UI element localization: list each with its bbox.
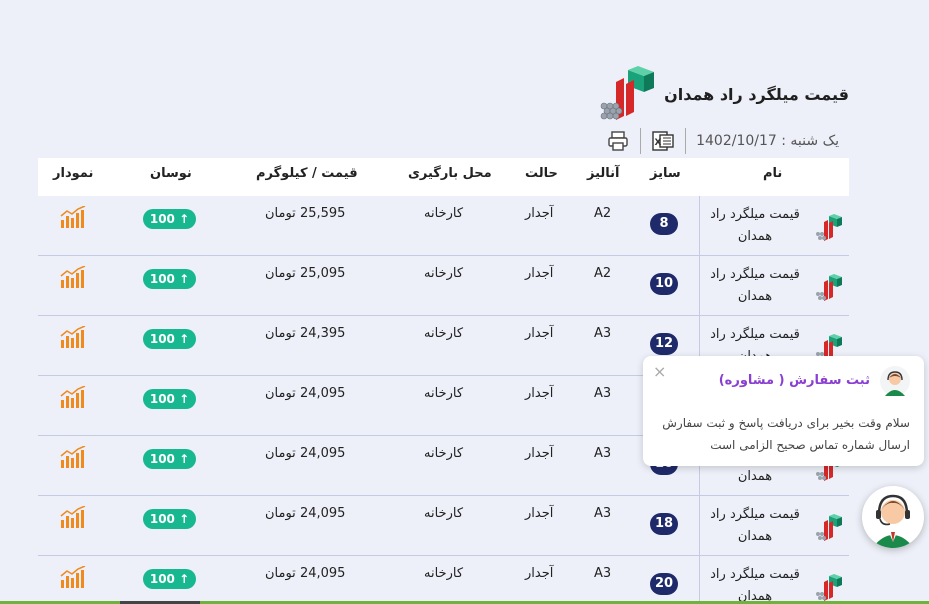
change-badge: 100 ↑ (143, 329, 196, 349)
state-cell: آجدار (525, 566, 554, 581)
col-state: حالت (525, 166, 558, 181)
toolbar-divider (685, 128, 687, 154)
support-chat-button[interactable] (862, 486, 924, 548)
excel-icon[interactable]: X (651, 129, 675, 153)
product-logo-icon (816, 214, 842, 241)
col-grade: آنالیز (587, 166, 620, 181)
chart-icon[interactable] (60, 566, 86, 588)
price-cell: 24,095 تومان (265, 386, 346, 401)
state-cell: آجدار (525, 206, 554, 221)
print-icon[interactable] (606, 129, 630, 153)
size-badge: 10 (650, 273, 679, 295)
close-icon[interactable]: × (653, 364, 669, 380)
state-cell: آجدار (525, 386, 554, 401)
grade-cell: A3 (594, 326, 612, 341)
state-cell: آجدار (525, 326, 554, 341)
table-row: قیمت میلگرد راد همدان 18 A3 آجدار کارخان… (38, 496, 849, 556)
chart-icon[interactable] (60, 326, 86, 348)
col-price: قیمت / کیلوگرم (256, 166, 358, 181)
state-cell: آجدار (525, 446, 554, 461)
toolbar: یک شنبه : 1402/10/17 X (606, 128, 839, 154)
popup-title: ثبت سفارش ( مشاوره) (718, 373, 870, 388)
support-agent-icon (880, 366, 910, 396)
change-badge: 100 ↑ (143, 449, 196, 469)
grade-cell: A3 (594, 506, 612, 521)
page-title: قیمت میلگرد راد همدان (664, 84, 849, 104)
name-cell: قیمت میلگرد راد همدان (699, 556, 849, 604)
product-name: قیمت میلگرد راد همدان (710, 567, 800, 604)
location-cell: کارخانه (424, 386, 464, 401)
page-header: قیمت میلگرد راد همدان (598, 66, 849, 122)
location-cell: کارخانه (424, 446, 464, 461)
state-cell: آجدار (525, 506, 554, 521)
col-location: محل بارگیری (408, 166, 492, 181)
col-size: سایز (650, 166, 681, 181)
state-cell: آجدار (525, 266, 554, 281)
table-row: قیمت میلگرد راد همدان 20 A3 آجدار کارخان… (38, 556, 849, 604)
size-badge: 20 (650, 573, 679, 595)
product-name: قیمت میلگرد راد همدان (710, 507, 800, 544)
size-badge: 12 (650, 333, 679, 355)
grade-cell: A2 (594, 266, 612, 281)
chart-icon[interactable] (60, 266, 86, 288)
price-cell: 24,095 تومان (265, 446, 346, 461)
support-agent-icon (862, 486, 924, 548)
svg-text:X: X (655, 138, 662, 148)
product-logo-icon (816, 574, 842, 601)
change-badge: 100 ↑ (143, 389, 196, 409)
change-badge: 100 ↑ (143, 509, 196, 529)
popup-message: سلام وقت بخیر برای دریافت پاسخ و ثبت سفا… (662, 416, 910, 452)
date-label: یک شنبه : 1402/10/17 (696, 133, 839, 149)
name-cell: قیمت میلگرد راد همدان (699, 496, 849, 556)
grade-cell: A3 (594, 446, 612, 461)
chart-icon[interactable] (60, 206, 86, 228)
col-name: نام (763, 166, 783, 181)
table-row: قیمت میلگرد راد همدان 10 A2 آجدار کارخان… (38, 256, 849, 316)
change-badge: 100 ↑ (143, 569, 196, 589)
price-cell: 25,095 تومان (265, 266, 346, 281)
location-cell: کارخانه (424, 326, 464, 341)
location-cell: کارخانه (424, 566, 464, 581)
order-popup: × ثبت سفارش ( مشاوره) سلام وقت بخیر برای… (643, 356, 924, 466)
location-cell: کارخانه (424, 266, 464, 281)
grade-cell: A2 (594, 206, 612, 221)
grade-cell: A3 (594, 566, 612, 581)
name-cell: قیمت میلگرد راد همدان (699, 256, 849, 316)
brand-logo (600, 66, 655, 120)
name-cell: قیمت میلگرد راد همدان (699, 196, 849, 256)
product-name: قیمت میلگرد راد همدان (710, 267, 800, 304)
price-cell: 24,095 تومان (265, 566, 346, 581)
location-cell: کارخانه (424, 506, 464, 521)
table-header: نام سایز آنالیز حالت محل بارگیری قیمت / … (38, 158, 849, 196)
col-change: نوسان (150, 166, 192, 181)
price-cell: 25,595 تومان (265, 206, 346, 221)
product-name: قیمت میلگرد راد همدان (710, 207, 800, 244)
price-cell: 24,395 تومان (265, 326, 346, 341)
grade-cell: A3 (594, 386, 612, 401)
size-badge: 18 (650, 513, 679, 535)
price-cell: 24,095 تومان (265, 506, 346, 521)
product-logo-icon (816, 514, 842, 541)
product-logo-icon (816, 274, 842, 301)
chart-icon[interactable] (60, 446, 86, 468)
chart-icon[interactable] (60, 506, 86, 528)
table-row: قیمت میلگرد راد همدان 8 A2 آجدار کارخانه… (38, 196, 849, 256)
location-cell: کارخانه (424, 206, 464, 221)
chart-icon[interactable] (60, 386, 86, 408)
change-badge: 100 ↑ (143, 269, 196, 289)
change-badge: 100 ↑ (143, 209, 196, 229)
toolbar-divider (640, 128, 642, 154)
size-badge: 8 (650, 213, 678, 235)
col-chart: نمودار (53, 166, 94, 181)
